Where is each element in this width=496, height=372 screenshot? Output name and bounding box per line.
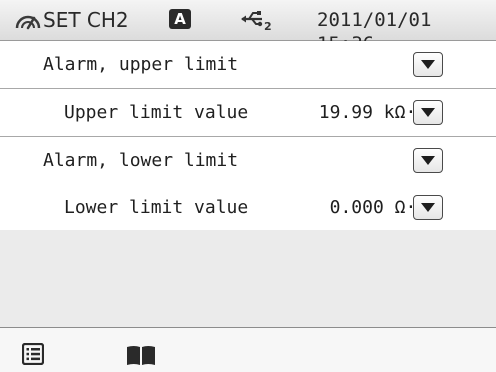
dropdown-button[interactable]	[413, 52, 443, 77]
setting-label: Upper limit value	[64, 102, 249, 123]
usb-index: 2	[264, 20, 272, 32]
dropdown-button[interactable]	[413, 100, 443, 125]
setting-row-alarm-lower[interactable]: Alarm, lower limit ON	[0, 137, 496, 185]
bottom-bar	[0, 328, 496, 372]
chevron-down-icon	[421, 203, 435, 212]
empty-area	[0, 230, 496, 328]
setting-row-upper-value[interactable]: Upper limit value 19.99 kΩ·cm	[0, 89, 496, 137]
menu-list-icon[interactable]	[22, 343, 44, 365]
setting-row-lower-value[interactable]: Lower limit value 0.000 Ω·cm	[0, 184, 496, 232]
setting-label: Lower limit value	[64, 197, 249, 218]
mode-badge: A	[169, 9, 191, 29]
book-icon[interactable]	[126, 344, 156, 366]
chevron-down-icon	[421, 60, 435, 69]
chevron-down-icon	[421, 108, 435, 117]
setting-screen: SET CH2 A 2 2011/01/01 15:36 Alarm, uppe…	[0, 0, 496, 372]
status-bar: SET CH2 A 2 2011/01/01 15:36	[0, 0, 496, 55]
setting-label: Alarm, upper limit	[43, 54, 239, 75]
screen-title: SET CH2	[43, 8, 129, 32]
gauge-icon	[15, 15, 41, 30]
setting-label: Alarm, lower limit	[43, 150, 239, 171]
chevron-down-icon	[421, 156, 435, 165]
usb-icon: 2	[241, 11, 272, 32]
dropdown-button[interactable]	[413, 195, 443, 220]
setting-row-alarm-upper[interactable]: Alarm, upper limit ON	[0, 41, 496, 89]
dropdown-button[interactable]	[413, 148, 443, 173]
